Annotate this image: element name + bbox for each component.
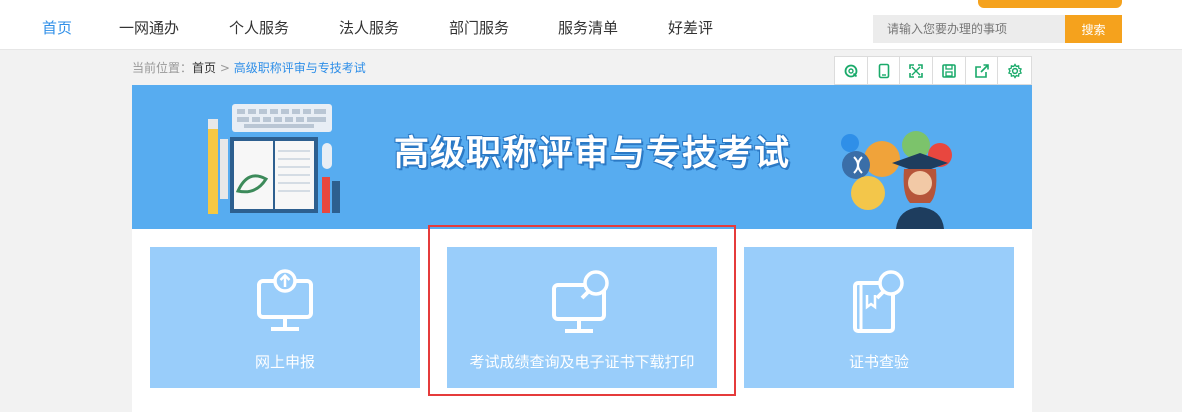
upload-monitor-icon [257,269,313,331]
card-label: 网上申报 [254,353,315,371]
mobile-icon[interactable] [868,57,901,84]
graduate-illustration-icon [841,131,952,229]
toolbar [834,56,1032,85]
breadcrumb-current[interactable]: 高级职称评审与专技考试 [234,61,366,75]
exam-score-certificate-card[interactable]: 考试成绩查询及电子证书下载打印 [447,247,717,388]
nav-item-home[interactable]: 首页 [42,17,72,38]
stationery-illustration-icon [208,104,340,214]
share-icon[interactable] [966,57,999,84]
fullscreen-icon[interactable] [900,57,934,84]
nav-item-department-services[interactable]: 部门服务 [449,17,509,38]
nav-item-legal-entity-services[interactable]: 法人服务 [339,17,399,38]
banner-title: 高级职称评审与专技考试 [394,134,791,174]
search-button[interactable]: 搜索 [1065,15,1122,43]
top-nav: 首页 一网通办 个人服务 法人服务 部门服务 服务清单 好差评 搜索 [0,0,1182,50]
top-orange-tab[interactable] [978,0,1122,8]
breadcrumb-prefix: 当前位置： [132,61,193,75]
nav-item-evaluation[interactable]: 好差评 [668,17,713,38]
search-monitor-icon [552,270,609,333]
settings-icon[interactable] [998,57,1031,84]
breadcrumb-separator: > [216,61,234,75]
save-icon[interactable] [933,57,966,84]
card-label: 考试成绩查询及电子证书下载打印 [469,353,695,371]
refresh-icon[interactable] [835,57,868,84]
breadcrumb: 当前位置：首页 > 高级职称评审与专技考试 [132,59,366,76]
certificate-verification-card[interactable]: 证书查验 [744,247,1014,388]
online-application-card[interactable]: 网上申报 [150,247,420,388]
nav-item-personal-services[interactable]: 个人服务 [229,17,289,38]
certificate-search-icon [853,270,904,333]
banner: 高级职称评审与专技考试 [132,85,1032,229]
nav-item-service-list[interactable]: 服务清单 [558,17,618,38]
breadcrumb-home-link[interactable]: 首页 [192,61,216,75]
search-input[interactable] [873,15,1065,43]
card-label: 证书查验 [848,353,909,371]
nav-item-one-stop[interactable]: 一网通办 [119,17,179,38]
